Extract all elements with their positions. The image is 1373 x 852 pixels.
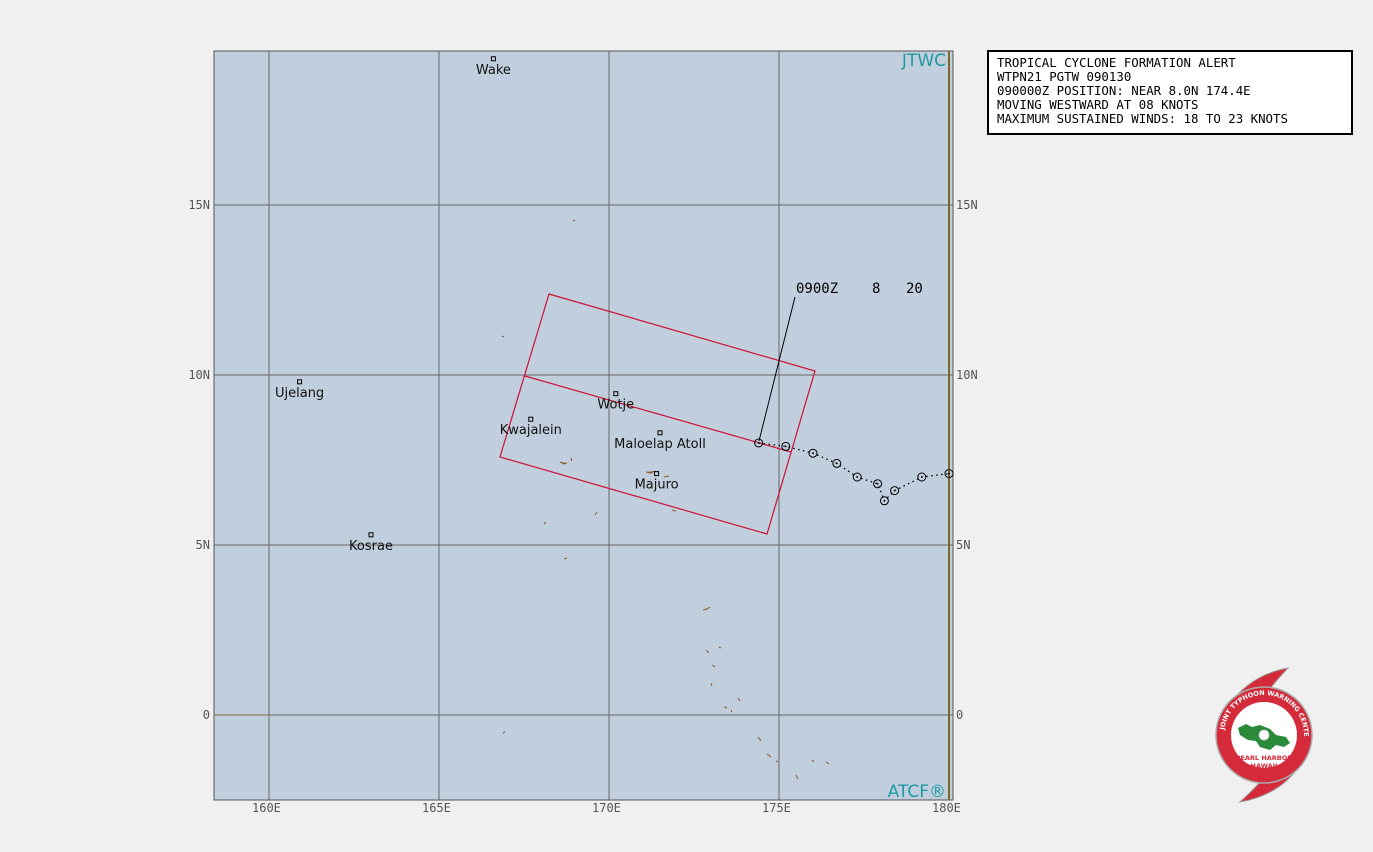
alert-movement: MOVING WESTWARD AT 08 KNOTS xyxy=(997,97,1199,112)
place-label-maloelap-atoll: Maloelap Atoll xyxy=(614,437,706,452)
place-label-majuro: Majuro xyxy=(635,478,679,493)
lon-label-170e: 170E xyxy=(592,801,621,815)
place-label-kwajalein: Kwajalein xyxy=(500,423,562,438)
alert-max-winds: MAXIMUM SUSTAINED WINDS: 18 TO 23 KNOTS xyxy=(997,111,1288,126)
lat-label-right-5n: 5N xyxy=(956,538,970,552)
place-label-wake: Wake xyxy=(476,63,511,78)
atcf-label: ATCF® xyxy=(888,782,946,802)
seal-location: PEARL HARBOR xyxy=(1236,754,1293,762)
lat-label-right-15n: 15N xyxy=(956,198,978,212)
lon-label-180e: 180E xyxy=(932,801,961,815)
map-ocean xyxy=(213,50,954,801)
lon-label-160e: 160E xyxy=(252,801,281,815)
seal-state: HAWAII xyxy=(1251,762,1278,770)
lat-label-right-10n: 10N xyxy=(956,368,978,382)
place-label-ujelang: Ujelang xyxy=(275,386,324,401)
alert-message-id: WTPN21 PGTW 090130 xyxy=(997,69,1132,84)
jtwc-label: JTWC xyxy=(901,51,946,71)
fix-label-wind: 20 xyxy=(906,281,923,297)
place-label-wotje: Wotje xyxy=(597,398,634,413)
alert-title: TROPICAL CYCLONE FORMATION ALERT xyxy=(997,55,1236,70)
lat-label-right-0: 0 xyxy=(956,708,963,722)
lon-label-165e: 165E xyxy=(422,801,451,815)
lon-label-175e: 175E xyxy=(762,801,791,815)
lat-label-left-10n: 10N xyxy=(188,368,210,382)
place-label-kosrae: Kosrae xyxy=(349,539,393,554)
lat-label-left-5n: 5N xyxy=(196,538,210,552)
fix-label-lat: 8 xyxy=(872,281,880,297)
alert-position: 090000Z POSITION: NEAR 8.0N 174.4E xyxy=(997,83,1251,98)
fix-label-time: 0900Z xyxy=(796,281,838,297)
alert-info-box: TROPICAL CYCLONE FORMATION ALERT WTPN21 … xyxy=(987,50,1353,135)
lat-label-left-15n: 15N xyxy=(188,198,210,212)
lat-label-left-0: 0 xyxy=(203,708,210,722)
